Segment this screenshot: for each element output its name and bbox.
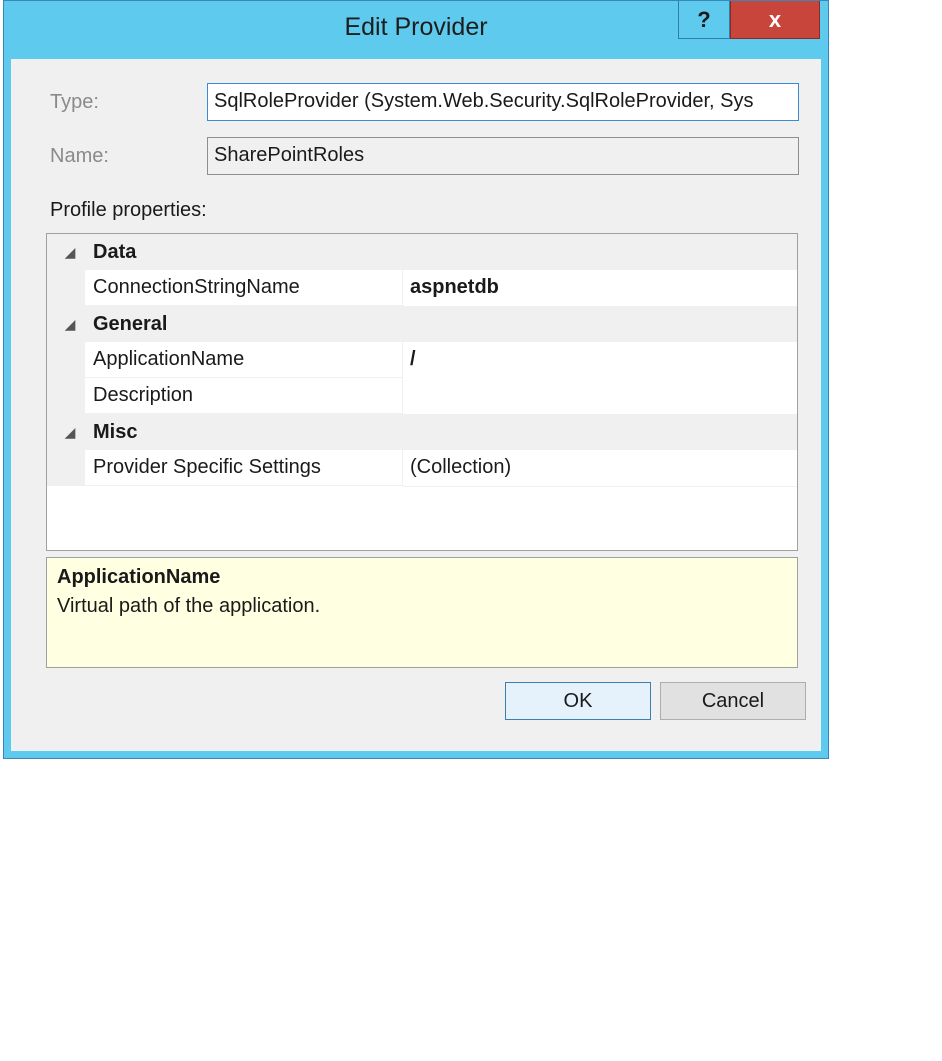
type-label: Type: (50, 91, 99, 113)
dialog-body: Type: SqlRoleProvider (System.Web.Securi… (11, 59, 821, 751)
row-gutter (47, 450, 85, 486)
property-name: Description (85, 378, 403, 414)
edit-provider-dialog: Edit Provider ? x Type: SqlRoleProvider … (3, 0, 829, 759)
title-bar[interactable]: Edit Provider ? x (4, 1, 828, 59)
close-icon: x (768, 6, 782, 32)
help-icon: ? (697, 6, 711, 32)
name-label: Name: (50, 145, 109, 167)
description-panel: ApplicationName Virtual path of the appl… (46, 557, 798, 668)
description-text: Virtual path of the application. (57, 595, 321, 617)
row-gutter (47, 378, 85, 414)
name-field[interactable]: SharePointRoles (207, 137, 799, 175)
category-label: General (93, 312, 168, 335)
collapse-arrow-icon[interactable]: ◢ (47, 424, 93, 441)
category-general[interactable]: ◢ General (47, 306, 797, 342)
category-misc[interactable]: ◢ Misc (47, 414, 797, 450)
property-value[interactable]: (Collection) (403, 450, 797, 487)
property-name: ApplicationName (85, 342, 403, 378)
property-name: Provider Specific Settings (85, 450, 403, 486)
cancel-button[interactable]: Cancel (660, 682, 806, 720)
collapse-arrow-icon[interactable]: ◢ (47, 244, 93, 261)
row-gutter (47, 342, 85, 378)
property-value[interactable]: aspnetdb (403, 270, 797, 307)
property-row-connectionstringname[interactable]: ConnectionStringName aspnetdb (47, 270, 797, 307)
property-value[interactable] (403, 378, 797, 415)
description-title: ApplicationName (57, 566, 221, 588)
collapse-arrow-icon[interactable]: ◢ (47, 316, 93, 333)
category-label: Data (93, 240, 137, 263)
close-button[interactable]: x (730, 1, 820, 39)
property-row-provider-specific-settings[interactable]: Provider Specific Settings (Collection) (47, 450, 797, 487)
type-field[interactable]: SqlRoleProvider (System.Web.Security.Sql… (207, 83, 799, 121)
property-name: ConnectionStringName (85, 270, 403, 306)
category-data[interactable]: ◢ Data (47, 234, 797, 270)
property-value[interactable]: / (403, 342, 797, 379)
property-grid[interactable]: ◢ Data ConnectionStringName aspnetdb ◢ G… (46, 233, 798, 551)
property-row-applicationname[interactable]: ApplicationName / (47, 342, 797, 379)
category-label: Misc (93, 420, 138, 443)
row-gutter (47, 270, 85, 306)
property-row-description[interactable]: Description (47, 378, 797, 415)
profile-properties-label: Profile properties: (50, 199, 207, 221)
help-button[interactable]: ? (678, 1, 730, 39)
ok-button[interactable]: OK (505, 682, 651, 720)
